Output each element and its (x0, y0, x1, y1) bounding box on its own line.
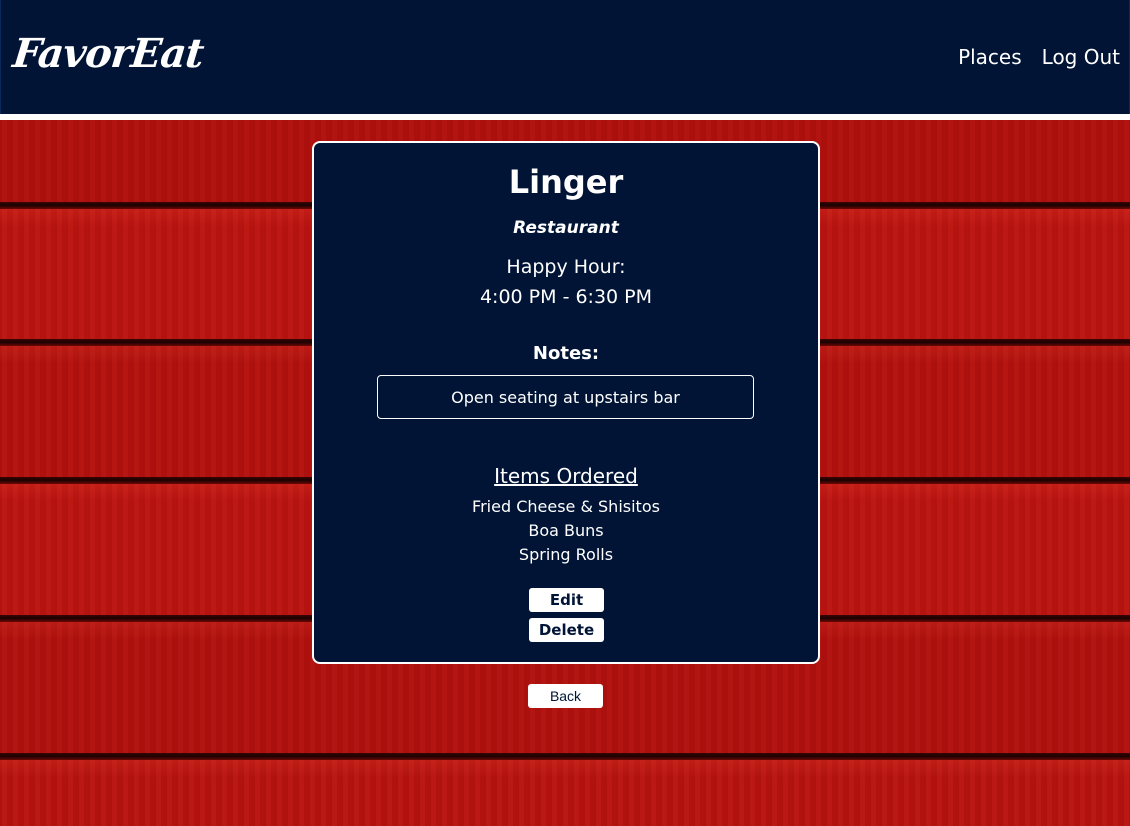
list-item: Spring Rolls (518, 545, 614, 564)
list-item: Boa Buns (528, 521, 604, 540)
notes-heading: Notes: (532, 343, 600, 364)
edit-button[interactable]: Edit (529, 588, 604, 612)
items-ordered-heading: Items Ordered (494, 464, 638, 488)
place-detail-card: Linger Restaurant Happy Hour: 4:00 PM - … (312, 141, 820, 664)
list-item: Fried Cheese & Shisitos (472, 497, 660, 516)
brand-logo[interactable]: FavorEat (11, 30, 206, 77)
place-name: Linger (508, 163, 624, 201)
happy-hour-time: 4:00 PM - 6:30 PM (479, 286, 653, 308)
notes-box: Open seating at upstairs bar (377, 375, 754, 419)
back-button[interactable]: Back (528, 684, 603, 708)
plank-highlight (0, 760, 1130, 778)
delete-button[interactable]: Delete (529, 618, 604, 642)
nav-link-places[interactable]: Places (958, 45, 1022, 69)
happy-hour-label: Happy Hour: (506, 256, 626, 278)
place-type: Restaurant (513, 218, 619, 238)
nav-link-logout[interactable]: Log Out (1042, 45, 1120, 69)
plank-seam (0, 753, 1130, 760)
header-divider (0, 114, 1130, 120)
items-ordered-list: Fried Cheese & Shisitos Boa Buns Spring … (314, 495, 818, 567)
top-navbar: FavorEat Places Log Out (0, 0, 1130, 114)
main-nav: Places Log Out (958, 45, 1120, 69)
